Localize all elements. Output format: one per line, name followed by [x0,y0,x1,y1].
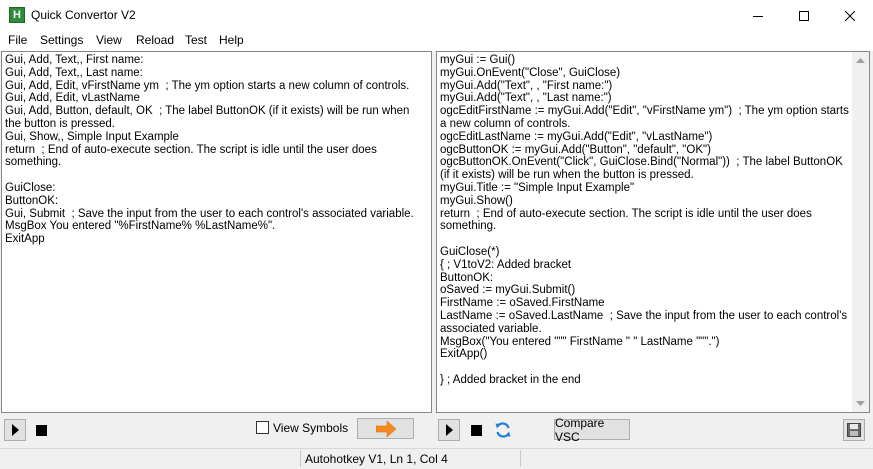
title-bar: H Quick Convertor V2 [0,0,873,31]
save-icon [847,423,861,437]
window-title: Quick Convertor V2 [31,8,136,22]
status-divider [300,450,301,467]
view-symbols-checkbox[interactable] [256,421,269,434]
menu-test[interactable]: Test [185,33,207,47]
scroll-up-icon[interactable] [852,52,869,69]
menu-settings[interactable]: Settings [40,33,83,47]
refresh-icon [495,422,511,438]
status-position: Autohotkey V1, Ln 1, Col 4 [305,452,448,466]
save-button[interactable] [843,419,865,441]
stop-icon [470,424,482,436]
v2-editor-scrollbar[interactable] [852,52,869,412]
app-icon: H [9,7,25,23]
menu-help[interactable]: Help [219,33,244,47]
stop-v2-button[interactable] [465,419,487,441]
v1-source-text[interactable]: Gui, Add, Text,, First name: Gui, Add, T… [2,52,431,248]
play-icon [12,424,19,436]
convert-button[interactable] [357,418,414,439]
play-icon [446,424,453,436]
minimize-button[interactable] [735,0,781,31]
reload-button[interactable] [492,419,514,441]
arrow-right-icon [375,420,396,437]
menu-view[interactable]: View [96,33,122,47]
v1-source-editor[interactable]: Gui, Add, Text,, First name: Gui, Add, T… [1,51,432,413]
maximize-button[interactable] [781,0,827,31]
minimize-icon [753,15,763,17]
bottom-toolbar [0,414,873,446]
maximize-icon [799,10,809,21]
stop-icon [35,424,47,436]
run-v1-button[interactable] [4,419,26,441]
v2-output-editor[interactable]: myGui := Gui() myGui.OnEvent("Close", Gu… [436,51,870,413]
menu-file[interactable]: File [8,33,27,47]
view-symbols-label[interactable]: View Symbols [273,421,348,435]
close-icon [845,10,855,21]
stop-v1-button[interactable] [30,419,52,441]
menu-bar: File Settings View Reload Test Help [0,31,873,51]
run-v2-button[interactable] [438,419,460,441]
close-button[interactable] [827,0,873,31]
menu-reload[interactable]: Reload [136,33,174,47]
scroll-down-icon[interactable] [852,395,869,412]
compare-vsc-button[interactable]: Compare VSC [554,416,630,444]
status-divider [520,450,521,467]
v2-output-text[interactable]: myGui := Gui() myGui.OnEvent("Close", Gu… [437,52,869,389]
